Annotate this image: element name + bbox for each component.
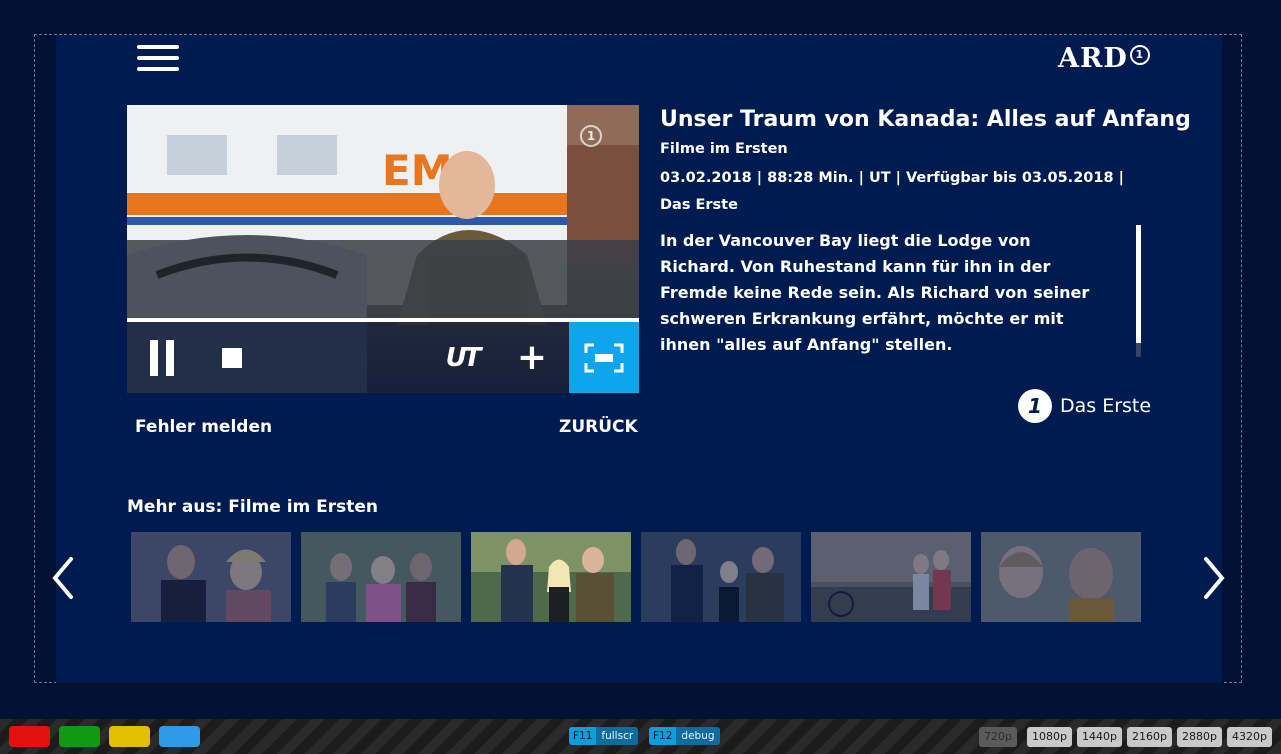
chevron-left-icon xyxy=(52,557,73,599)
key-f11-label: fullscr xyxy=(601,730,634,742)
yellow-button[interactable] xyxy=(109,726,150,747)
ard-logo: ARD 1 xyxy=(1058,43,1150,77)
carousel-prev-button[interactable] xyxy=(49,555,79,601)
resolution-4320p[interactable]: 4320p xyxy=(1227,727,1272,747)
video-player[interactable]: EM 1 UT + xyxy=(127,105,639,393)
chevron-right-icon xyxy=(1204,557,1225,599)
description-scrollbar[interactable] xyxy=(1136,225,1141,357)
related-carousel xyxy=(131,532,1147,622)
player-controls: UT + xyxy=(127,322,639,393)
resolution-1080p[interactable]: 1080p xyxy=(1027,727,1072,747)
carousel-thumbnail[interactable] xyxy=(131,532,291,622)
resolution-2160p[interactable]: 2160p xyxy=(1127,727,1172,747)
green-button[interactable] xyxy=(59,726,100,747)
carousel-thumbnail[interactable] xyxy=(981,532,1141,622)
fullscreen-key-button[interactable]: F11 fullscr xyxy=(569,727,639,745)
pause-icon xyxy=(146,339,178,376)
back-link[interactable]: ZURÜCK xyxy=(559,417,638,437)
stop-button[interactable] xyxy=(207,322,257,393)
scrollbar-thumb[interactable] xyxy=(1136,225,1141,343)
fullscreen-icon xyxy=(584,343,624,372)
ard-logo-text: ARD xyxy=(1058,43,1128,74)
carousel-next-button[interactable] xyxy=(1198,555,1228,601)
debug-key-button[interactable]: F12 debug xyxy=(649,727,720,745)
red-button[interactable] xyxy=(9,726,50,747)
fullscreen-button[interactable] xyxy=(569,322,639,393)
report-error-link[interactable]: Fehler melden xyxy=(135,417,272,437)
key-f11: F11 xyxy=(569,727,597,745)
blue-button[interactable] xyxy=(159,726,200,747)
ard-logo-digit: 1 xyxy=(1129,45,1150,65)
player-sender-icon: 1 xyxy=(580,125,602,147)
key-f12: F12 xyxy=(649,727,677,745)
das-erste-logo: 1 Das Erste xyxy=(1018,389,1151,423)
add-to-list-button[interactable]: + xyxy=(507,322,557,393)
resolution-2880p[interactable]: 2880p xyxy=(1177,727,1222,747)
category-label: Filme im Ersten xyxy=(660,141,788,157)
details-panel: Unser Traum von Kanada: Alles auf Anfang… xyxy=(660,105,1191,358)
emulator-bottom-bar: F11 fullscr F12 debug 720p 1080p 1440p 2… xyxy=(0,719,1281,754)
stop-icon xyxy=(222,347,242,368)
das-erste-logo-icon: 1 xyxy=(1018,389,1052,423)
key-f12-label: debug xyxy=(681,730,715,742)
subtitles-button[interactable]: UT xyxy=(432,322,492,393)
app-screen: ARD 1 EM 1 UT + Fehler melden ZURÜCK Uns… xyxy=(52,35,1225,683)
description-text: In der Vancouver Bay liegt die Lodge von… xyxy=(660,231,1090,354)
carousel-thumbnail[interactable] xyxy=(811,532,971,622)
resolution-1440p[interactable]: 1440p xyxy=(1077,727,1122,747)
carousel-thumbnail-active[interactable] xyxy=(471,532,631,622)
carousel-thumbnail[interactable] xyxy=(301,532,461,622)
page-title: Unser Traum von Kanada: Alles auf Anfang xyxy=(660,107,1191,132)
carousel-thumbnail[interactable] xyxy=(641,532,801,622)
das-erste-logo-name: Das Erste xyxy=(1060,395,1152,417)
meta-info: 03.02.2018 | 88:28 Min. | UT | Verfügbar… xyxy=(660,170,1124,213)
pause-button[interactable] xyxy=(137,322,187,393)
hamburger-menu-icon[interactable] xyxy=(137,45,179,75)
resolution-720p[interactable]: 720p xyxy=(979,727,1017,747)
more-section-title: Mehr aus: Filme im Ersten xyxy=(127,497,379,517)
